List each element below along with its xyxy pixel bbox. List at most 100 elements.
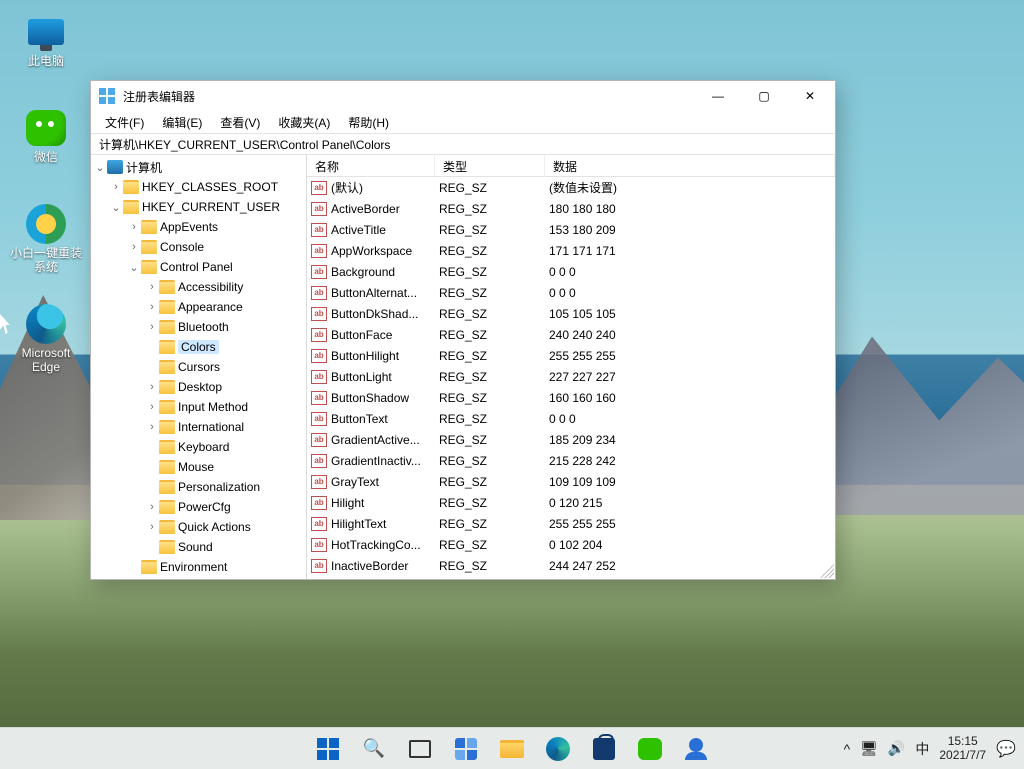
list-row[interactable]: abGrayTextREG_SZ109 109 109 xyxy=(307,471,835,492)
expander-icon[interactable]: › xyxy=(145,501,159,513)
tree-node-mouse[interactable]: Mouse xyxy=(91,457,306,477)
tree-node-international[interactable]: › International xyxy=(91,417,306,437)
list-row[interactable]: abBackgroundREG_SZ0 0 0 xyxy=(307,261,835,282)
column-header-type[interactable]: 类型 xyxy=(435,155,545,176)
tree-node-accessibility[interactable]: › Accessibility xyxy=(91,277,306,297)
tree-node-hkcu[interactable]: ⌄ HKEY_CURRENT_USER xyxy=(91,197,306,217)
volume-icon[interactable]: 🔊 xyxy=(888,740,905,757)
expander-icon[interactable]: › xyxy=(145,281,159,293)
expander-icon[interactable] xyxy=(145,341,159,353)
expander-icon[interactable] xyxy=(145,441,159,453)
list-row[interactable]: ab(默认)REG_SZ(数值未设置) xyxy=(307,177,835,198)
tree-node-control-panel[interactable]: ⌄ Control Panel xyxy=(91,257,306,277)
list-row[interactable]: abButtonLightREG_SZ227 227 227 xyxy=(307,366,835,387)
list-body[interactable]: ab(默认)REG_SZ(数值未设置)abActiveBorderREG_SZ1… xyxy=(307,177,835,579)
list-row[interactable]: abButtonHilightREG_SZ255 255 255 xyxy=(307,345,835,366)
desktop-icon-wechat[interactable]: 微信 xyxy=(8,104,84,169)
taskbar-explorer[interactable] xyxy=(493,730,531,768)
close-button[interactable]: ✕ xyxy=(787,81,833,111)
list-row[interactable]: abActiveBorderREG_SZ180 180 180 xyxy=(307,198,835,219)
tree-node-bluetooth[interactable]: › Bluetooth xyxy=(91,317,306,337)
tree-node-colors[interactable]: Colors xyxy=(91,337,306,357)
tree-node-environment[interactable]: Environment xyxy=(91,557,306,577)
taskbar-people[interactable] xyxy=(677,730,715,768)
menu-file[interactable]: 文件(F) xyxy=(97,112,152,133)
list-row[interactable]: abButtonFaceREG_SZ240 240 240 xyxy=(307,324,835,345)
search-button[interactable]: 🔍 xyxy=(355,730,393,768)
expander-icon[interactable]: ⌄ xyxy=(93,161,107,174)
list-row[interactable]: abHilightREG_SZ0 120 215 xyxy=(307,492,835,513)
list-row[interactable]: abHilightTextREG_SZ255 255 255 xyxy=(307,513,835,534)
expander-icon[interactable]: › xyxy=(127,241,141,253)
expander-icon[interactable]: ⌄ xyxy=(109,201,123,214)
tree-node-powercfg[interactable]: › PowerCfg xyxy=(91,497,306,517)
expander-icon[interactable]: › xyxy=(145,381,159,393)
minimize-button[interactable]: ― xyxy=(695,81,741,111)
folder-icon xyxy=(159,380,175,394)
task-view-button[interactable] xyxy=(401,730,439,768)
list-row[interactable]: abHotTrackingCo...REG_SZ0 102 204 xyxy=(307,534,835,555)
tree-node-input-method[interactable]: › Input Method xyxy=(91,397,306,417)
expander-icon[interactable]: › xyxy=(145,521,159,533)
expander-icon[interactable]: › xyxy=(109,181,123,193)
notifications-icon[interactable]: 💬 xyxy=(996,739,1016,759)
menu-edit[interactable]: 编辑(E) xyxy=(154,112,210,133)
address-bar[interactable]: 计算机\HKEY_CURRENT_USER\Control Panel\Colo… xyxy=(91,133,835,155)
desktop-icon-edge[interactable]: Microsoft Edge xyxy=(8,300,84,379)
menu-help[interactable]: 帮助(H) xyxy=(340,112,397,133)
list-row[interactable]: abButtonAlternat...REG_SZ0 0 0 xyxy=(307,282,835,303)
tray-overflow-icon[interactable]: ^ xyxy=(844,741,851,757)
expander-icon[interactable]: › xyxy=(145,401,159,413)
network-icon[interactable]: 🖥 xyxy=(860,740,878,757)
desktop-icon-this-pc[interactable]: 此电脑 xyxy=(8,8,84,73)
column-header-name[interactable]: 名称 xyxy=(307,155,435,176)
menu-view[interactable]: 查看(V) xyxy=(212,112,268,133)
value-data: 153 180 209 xyxy=(549,223,831,237)
tree-node-personalization[interactable]: Personalization xyxy=(91,477,306,497)
registry-tree[interactable]: ⌄ 计算机 › HKEY_CLASSES_ROOT ⌄ HKEY_CURRENT… xyxy=(91,155,307,579)
expander-icon[interactable]: › xyxy=(145,421,159,433)
expander-icon[interactable] xyxy=(145,361,159,373)
taskbar-wechat[interactable] xyxy=(631,730,669,768)
list-row[interactable]: abAppWorkspaceREG_SZ171 171 171 xyxy=(307,240,835,261)
widgets-button[interactable] xyxy=(447,730,485,768)
tree-node-appevents[interactable]: › AppEvents xyxy=(91,217,306,237)
maximize-button[interactable]: ▢ xyxy=(741,81,787,111)
menu-favorites[interactable]: 收藏夹(A) xyxy=(270,112,338,133)
tree-node-console[interactable]: › Console xyxy=(91,237,306,257)
expander-icon[interactable] xyxy=(145,481,159,493)
list-row[interactable]: abButtonTextREG_SZ0 0 0 xyxy=(307,408,835,429)
tree-node-quick-actions[interactable]: › Quick Actions xyxy=(91,517,306,537)
tree-node-sound[interactable]: Sound xyxy=(91,537,306,557)
taskbar-clock[interactable]: 15:15 2021/7/7 xyxy=(939,735,986,761)
list-row[interactable]: abGradientInactiv...REG_SZ215 228 242 xyxy=(307,450,835,471)
taskbar-edge[interactable] xyxy=(539,730,577,768)
taskbar-store[interactable] xyxy=(585,730,623,768)
column-header-data[interactable]: 数据 xyxy=(545,155,835,176)
tree-node-appearance[interactable]: › Appearance xyxy=(91,297,306,317)
list-row[interactable]: abGradientActive...REG_SZ185 209 234 xyxy=(307,429,835,450)
expander-icon[interactable]: › xyxy=(145,301,159,313)
tree-node-cursors[interactable]: Cursors xyxy=(91,357,306,377)
tree-node-keyboard[interactable]: Keyboard xyxy=(91,437,306,457)
desktop-icon-label: Microsoft Edge xyxy=(10,347,82,375)
list-row[interactable]: abActiveTitleREG_SZ153 180 209 xyxy=(307,219,835,240)
titlebar[interactable]: 注册表编辑器 ― ▢ ✕ xyxy=(91,81,835,111)
tree-node-computer[interactable]: ⌄ 计算机 xyxy=(91,157,306,177)
expander-icon[interactable]: › xyxy=(145,321,159,333)
expander-icon[interactable]: › xyxy=(127,221,141,233)
start-button[interactable] xyxy=(309,730,347,768)
list-row[interactable]: abInactiveBorderREG_SZ244 247 252 xyxy=(307,555,835,576)
list-row[interactable]: abButtonDkShad...REG_SZ105 105 105 xyxy=(307,303,835,324)
desktop-icon-reinstall[interactable]: 小白一键重装系统 xyxy=(8,200,84,279)
tree-node-desktop[interactable]: › Desktop xyxy=(91,377,306,397)
expander-icon[interactable] xyxy=(145,461,159,473)
resize-grip-icon[interactable] xyxy=(820,564,834,578)
tree-node-hkcr[interactable]: › HKEY_CLASSES_ROOT xyxy=(91,177,306,197)
list-row[interactable]: abButtonShadowREG_SZ160 160 160 xyxy=(307,387,835,408)
ime-indicator[interactable]: 中 xyxy=(915,739,929,759)
tree-label: Console xyxy=(160,240,204,254)
expander-icon[interactable] xyxy=(145,541,159,553)
expander-icon[interactable]: ⌄ xyxy=(127,261,141,274)
expander-icon[interactable] xyxy=(127,561,141,573)
